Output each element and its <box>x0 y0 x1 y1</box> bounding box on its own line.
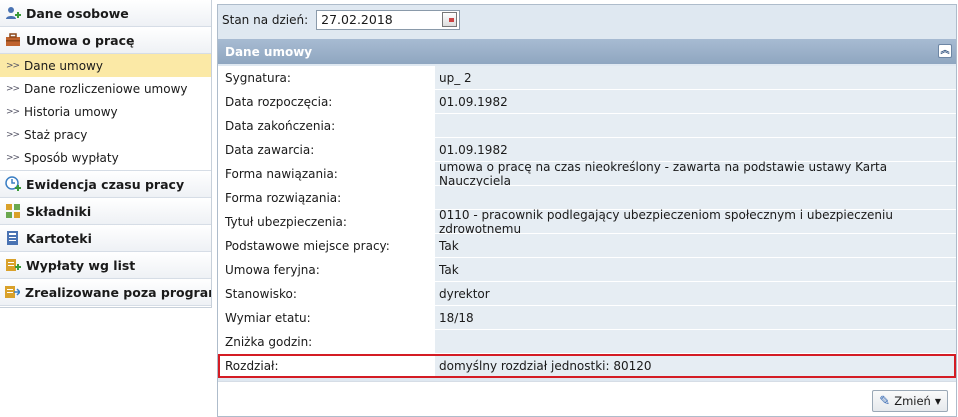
section-title: Dane umowy <box>225 44 313 59</box>
double-chevron-icon: >> <box>6 83 20 94</box>
sidebar-section-skladniki[interactable]: Składniki <box>0 198 211 225</box>
table-row: Data rozpoczęcia: 01.09.1982 <box>218 90 956 114</box>
row-value: dyrektor <box>435 282 956 306</box>
row-value: 0110 - pracownik podlegający ubezpieczen… <box>435 208 956 236</box>
sidebar-item-label: Historia umowy <box>24 104 118 119</box>
table-row: Data zakończenia: <box>218 114 956 138</box>
sidebar-section-label: Składniki <box>26 203 92 219</box>
row-value: up_ 2 <box>435 66 956 90</box>
row-label: Tytuł ubezpieczenia: <box>218 210 435 234</box>
sidebar-item-label: Staż pracy <box>24 127 88 142</box>
sidebar-item-label: Dane umowy <box>24 58 103 73</box>
row-value: 01.09.1982 <box>435 90 956 114</box>
briefcase-icon <box>4 32 21 48</box>
row-label: Forma rozwiązania: <box>218 186 435 210</box>
row-value <box>435 114 956 138</box>
row-value: Tak <box>435 258 956 282</box>
row-label: Forma nawiązania: <box>218 162 435 186</box>
components-icon <box>4 203 21 219</box>
sidebar-section-zrealizowane[interactable]: Zrealizowane poza programem <box>0 279 211 306</box>
sidebar-section-kartoteki[interactable]: Kartoteki <box>0 225 211 252</box>
sidebar: Dane osobowe Umowa o pracę >> Dane umowy… <box>0 0 212 308</box>
row-label: Sygnatura: <box>218 66 435 90</box>
row-label: Umowa feryjna: <box>218 258 435 282</box>
row-label: Rozdział: <box>218 354 435 378</box>
row-value: Tak <box>435 234 956 258</box>
sidebar-item-label: Dane rozliczeniowe umowy <box>24 81 188 96</box>
table-row: Tytuł ubezpieczenia: 0110 - pracownik pod… <box>218 208 956 236</box>
details-table: Sygnatura: up_ 2 Data rozpoczęcia: 01.09.1… <box>218 66 956 378</box>
table-row: Podstawowe miejsce pracy: Tak <box>218 234 956 258</box>
table-row: Sygnatura: up_ 2 <box>218 66 956 90</box>
row-value: 18/18 <box>435 306 956 330</box>
double-chevron-icon: >> <box>6 129 20 140</box>
payments-list-icon <box>4 257 21 273</box>
collapse-icon[interactable]: ︽ <box>938 44 952 58</box>
row-value: umowa o pracę na czas nieokreślony - zaw… <box>435 160 956 188</box>
external-payments-icon <box>4 284 20 300</box>
row-label: Wymiar etatu: <box>218 306 435 330</box>
sidebar-submenu: >> Dane umowy >> Dane rozliczeniowe umow… <box>0 54 211 171</box>
sidebar-item-staz-pracy[interactable]: >> Staż pracy <box>0 123 211 146</box>
sidebar-section-label: Zrealizowane poza programem <box>25 284 211 300</box>
row-value <box>435 186 956 210</box>
sidebar-item-sposob-wyplaty[interactable]: >> Sposób wypłaty <box>0 146 211 169</box>
cards-icon <box>4 230 21 246</box>
double-chevron-icon: >> <box>6 60 20 71</box>
sidebar-item-label: Sposób wypłaty <box>24 150 119 165</box>
clock-add-icon <box>4 176 21 192</box>
row-value: 01.09.1982 <box>435 138 956 162</box>
table-row: Zniżka godzin: <box>218 330 956 354</box>
row-label: Stanowisko: <box>218 282 435 306</box>
sidebar-section-umowa-o-prace[interactable]: Umowa o pracę <box>0 27 211 54</box>
stan-date-value: 27.02.2018 <box>321 12 393 27</box>
table-row: Wymiar etatu: 18/18 <box>218 306 956 330</box>
table-row-rozdzial-highlighted: Rozdział: domyślny rozdział jednostki: 80… <box>218 354 956 378</box>
dropdown-caret-icon: ▼ <box>934 396 941 406</box>
sidebar-section-dane-osobowe[interactable]: Dane osobowe <box>0 0 211 27</box>
stan-date-input[interactable]: 27.02.2018 <box>316 9 461 30</box>
footer-bar: ✎ Zmień ▼ <box>218 381 956 416</box>
table-row: Umowa feryjna: Tak <box>218 258 956 282</box>
sidebar-section-label: Kartoteki <box>26 230 92 246</box>
stan-label: Stan na dzień: <box>222 12 309 27</box>
table-row: Stanowisko: dyrektor <box>218 282 956 306</box>
sidebar-section-label: Umowa o pracę <box>26 32 135 48</box>
sidebar-item-dane-rozliczeniowe[interactable]: >> Dane rozliczeniowe umowy <box>0 77 211 100</box>
section-header: Dane umowy ︽ <box>218 39 956 64</box>
row-label: Data rozpoczęcia: <box>218 90 435 114</box>
row-value <box>435 330 956 354</box>
sidebar-item-dane-umowy[interactable]: >> Dane umowy <box>0 54 211 77</box>
sidebar-section-label: Ewidencja czasu pracy <box>26 176 185 192</box>
person-add-icon <box>4 5 21 21</box>
stan-bar: Stan na dzień: 27.02.2018 <box>218 5 956 34</box>
calendar-icon[interactable] <box>442 12 458 27</box>
sidebar-section-label: Wypłaty wg list <box>26 257 136 273</box>
zmien-button[interactable]: ✎ Zmień ▼ <box>872 390 948 412</box>
sidebar-section-wyplaty[interactable]: Wypłaty wg list <box>0 252 211 279</box>
table-row: Forma rozwiązania: <box>218 186 956 210</box>
row-label: Data zawarcia: <box>218 138 435 162</box>
row-label: Zniżka godzin: <box>218 330 435 354</box>
row-label: Podstawowe miejsce pracy: <box>218 234 435 258</box>
main-panel: Stan na dzień: 27.02.2018 Dane umowy ︽ S… <box>217 4 957 417</box>
row-value: domyślny rozdział jednostki: 80120 <box>435 354 956 378</box>
sidebar-section-ewidencja[interactable]: Ewidencja czasu pracy <box>0 171 211 198</box>
row-label: Data zakończenia: <box>218 114 435 138</box>
double-chevron-icon: >> <box>6 152 20 163</box>
table-row: Data zawarcia: 01.09.1982 <box>218 138 956 162</box>
pencil-icon: ✎ <box>879 393 891 409</box>
zmien-label: Zmień <box>894 394 931 408</box>
sidebar-section-label: Dane osobowe <box>26 5 129 21</box>
table-row: Forma nawiązania: umowa o pracę na czas n… <box>218 160 956 188</box>
double-chevron-icon: >> <box>6 106 20 117</box>
sidebar-item-historia-umowy[interactable]: >> Historia umowy <box>0 100 211 123</box>
